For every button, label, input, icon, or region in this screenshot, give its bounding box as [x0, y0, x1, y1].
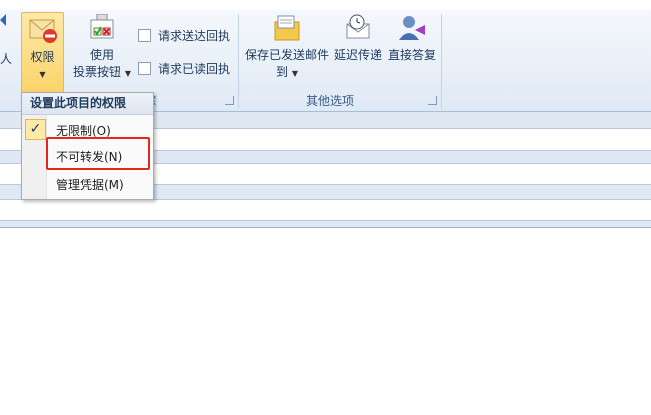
chevron-down-icon: ▼ [291, 69, 298, 78]
voting-icon [90, 13, 114, 39]
form-bar [0, 220, 651, 228]
dialog-launcher-icon[interactable] [225, 96, 234, 105]
group-divider [238, 14, 239, 108]
save-sent-label-line2: 到 [276, 65, 289, 79]
delay-delivery-button[interactable]: 延迟传递 [332, 14, 384, 64]
voting-label-line1: 使用 [89, 48, 114, 62]
person-arrow-icon [399, 16, 425, 40]
read-receipt-label: 请求已读回执 [158, 61, 231, 76]
permission-label: 权限 [30, 50, 55, 64]
permission-button[interactable]: 权限 ▼ [21, 12, 64, 94]
checkbox-box[interactable] [138, 61, 151, 75]
direct-replies-button[interactable]: 直接答复 [386, 14, 438, 64]
title-strip [0, 0, 651, 10]
highlight-box [46, 137, 150, 170]
voting-label-line2: 投票按钮 [73, 65, 122, 79]
delivery-receipt-label: 请求送达回执 [158, 28, 231, 43]
menu-header: 设置此项目的权限 [22, 93, 153, 115]
scroll-left-icon[interactable] [0, 14, 8, 26]
group-divider [441, 14, 442, 108]
left-button-fragment[interactable]: 人 [0, 50, 12, 67]
checkmark-icon: ✓ [25, 119, 46, 140]
direct-replies-label: 直接答复 [387, 48, 436, 62]
checkbox-box[interactable] [138, 28, 151, 42]
more-options-group-label: 其他选项 [306, 94, 355, 108]
dialog-launcher-icon[interactable] [428, 96, 437, 105]
delay-delivery-label: 延迟传递 [333, 48, 382, 62]
use-voting-buttons[interactable]: 使用 投票按钮 ▼ [72, 13, 132, 82]
chevron-down-icon: ▼ [124, 69, 131, 78]
read-receipt-checkbox[interactable]: 请求已读回执 [138, 59, 230, 77]
chevron-down-icon: ▼ [39, 70, 46, 79]
save-sent-label-line1: 保存已发送邮件 [244, 48, 329, 62]
save-sent-folder-icon [274, 15, 300, 41]
delivery-receipt-checkbox[interactable]: 请求送达回执 [138, 26, 230, 44]
menu-item-manage-credentials[interactable]: 管理凭据(M) [22, 171, 153, 197]
menu-item-label: 管理凭据(M) [56, 178, 124, 192]
clock-envelope-icon [346, 14, 370, 39]
save-sent-items-button[interactable]: 保存已发送邮件 到 ▼ [244, 14, 330, 82]
permission-envelope-icon [29, 19, 57, 43]
